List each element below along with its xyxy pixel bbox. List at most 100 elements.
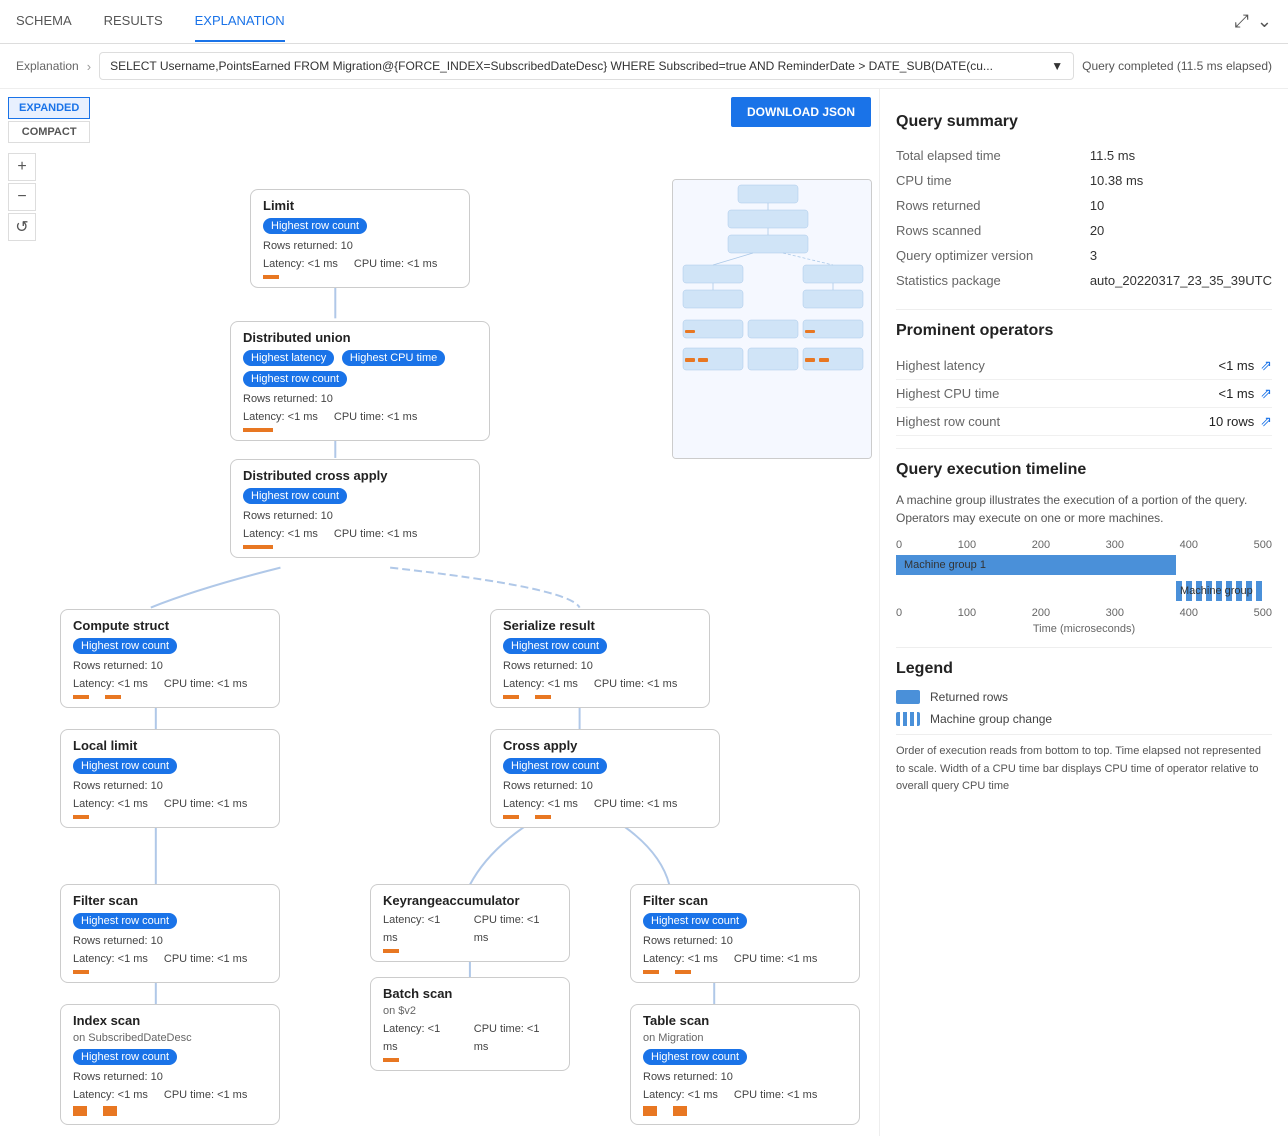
ll-title: Local limit [73, 738, 267, 753]
bs-subtitle: on $v2 [383, 1005, 557, 1017]
timeline-chart: 0 100 200 300 400 500 Machine group 1 Ma… [896, 539, 1272, 635]
legend-label-machine-group: Machine group change [930, 712, 1052, 726]
ll-bar [73, 815, 89, 819]
ts-badge: Highest row count [643, 1049, 747, 1065]
query-summary-table: Total elapsed time 11.5 ms CPU time 10.3… [896, 143, 1272, 293]
cs-stats: Rows returned: 10 Latency: <1 ms CPU tim… [73, 658, 267, 699]
dca-stats: Rows returned: 10 Latency: <1 ms CPU tim… [243, 508, 467, 549]
serialize-result-node[interactable]: Serialize result Highest row count Rows … [490, 609, 710, 708]
timeline-axis-top: 0 100 200 300 400 500 [896, 539, 1272, 551]
top-navigation: SCHEMA RESULTS EXPLANATION ⤢ ⌄ [0, 0, 1288, 44]
timeline-bar2-label: Machine group [1180, 585, 1253, 597]
keyrange-node[interactable]: Keyrangeaccumulator Latency: <1 ms CPU t… [370, 884, 570, 962]
rowcount-link-icon[interactable]: ⇗ [1260, 413, 1272, 430]
divider-1 [896, 309, 1272, 310]
dca-badge: Highest row count [243, 488, 347, 504]
fsr-title: Filter scan [643, 893, 847, 908]
query-status: Query completed (11.5 ms elapsed) [1082, 59, 1272, 73]
fsl-bar [73, 970, 89, 974]
summary-row-stats: Statistics package auto_20220317_23_35_3… [896, 268, 1272, 293]
tab-results[interactable]: RESULTS [104, 1, 163, 42]
summary-row-rows-scanned: Rows scanned 20 [896, 218, 1272, 243]
compute-struct-node[interactable]: Compute struct Highest row count Rows re… [60, 609, 280, 708]
limit-title: Limit [263, 198, 457, 213]
distributed-cross-apply-node[interactable]: Distributed cross apply Highest row coun… [230, 459, 480, 558]
local-limit-node[interactable]: Local limit Highest row count Rows retur… [60, 729, 280, 828]
latency-link-icon[interactable]: ⇗ [1260, 357, 1272, 374]
prominent-row-cpu: Highest CPU time <1 ms ⇗ [896, 380, 1272, 408]
timeline-bar2-row: Machine group [896, 581, 1272, 601]
prominent-row-latency: Highest latency <1 ms ⇗ [896, 352, 1272, 380]
right-panel: Query summary Total elapsed time 11.5 ms… [880, 89, 1288, 1136]
zoom-reset-button[interactable]: ↺ [8, 213, 36, 241]
legend-label-returned-rows: Returned rows [930, 690, 1008, 704]
du-badge-latency: Highest latency [243, 350, 334, 366]
tab-actions: ⤢ ⌄ [1235, 11, 1273, 32]
prominent-label-rowcount: Highest row count [896, 414, 1000, 429]
cross-apply-node[interactable]: Cross apply Highest row count Rows retur… [490, 729, 720, 828]
timeline-desc: A machine group illustrates the executio… [896, 491, 1272, 527]
ll-badge: Highest row count [73, 758, 177, 774]
sr-title: Serialize result [503, 618, 697, 633]
minimap[interactable] [672, 179, 872, 459]
summary-label-cpu: CPU time [896, 168, 1090, 193]
bs-stats: Latency: <1 ms CPU time: <1 ms [383, 1021, 557, 1062]
tab-schema[interactable]: SCHEMA [16, 1, 72, 42]
du-badge-cpu: Highest CPU time [342, 350, 445, 366]
ca-bar [503, 815, 519, 819]
summary-row-rows-returned: Rows returned 10 [896, 193, 1272, 218]
timeline-bar1-row: Machine group 1 [896, 555, 1272, 575]
cpu-link-icon[interactable]: ⇗ [1260, 385, 1272, 402]
zoom-in-button[interactable]: + [8, 153, 36, 181]
chevron-down-icon[interactable]: ⌄ [1257, 11, 1272, 32]
expand-icon[interactable]: ⤢ [1235, 11, 1249, 32]
index-scan-node[interactable]: Index scan on SubscribedDateDesc Highest… [60, 1004, 280, 1125]
query-dropdown-icon: ▼ [1051, 59, 1063, 73]
cs-badge: Highest row count [73, 638, 177, 654]
view-controls: EXPANDED COMPACT + − ↺ [8, 97, 90, 241]
summary-value-cpu: 10.38 ms [1090, 168, 1272, 193]
tab-explanation[interactable]: EXPLANATION [195, 1, 285, 42]
distributed-union-node[interactable]: Distributed union Highest latency Highes… [230, 321, 490, 441]
fsl-title: Filter scan [73, 893, 267, 908]
ll-stats: Rows returned: 10 Latency: <1 ms CPU tim… [73, 778, 267, 819]
compact-view-button[interactable]: COMPACT [8, 121, 90, 143]
summary-label-optimizer: Query optimizer version [896, 243, 1090, 268]
expanded-view-button[interactable]: EXPANDED [8, 97, 90, 119]
summary-value-rows-returned: 10 [1090, 193, 1272, 218]
is-subtitle: on SubscribedDateDesc [73, 1032, 267, 1044]
filter-scan-left-node[interactable]: Filter scan Highest row count Rows retur… [60, 884, 280, 983]
limit-node[interactable]: Limit Highest row count Rows returned: 1… [250, 189, 470, 288]
breadcrumb-label: Explanation [16, 59, 79, 73]
du-bar [243, 428, 273, 432]
bs-title: Batch scan [383, 986, 557, 1001]
query-text: SELECT Username,PointsEarned FROM Migrat… [110, 59, 993, 73]
query-selector[interactable]: SELECT Username,PointsEarned FROM Migrat… [99, 52, 1074, 80]
download-json-button[interactable]: DOWNLOAD JSON [731, 97, 871, 127]
dca-title: Distributed cross apply [243, 468, 467, 483]
limit-stats: Rows returned: 10 Latency: <1 ms CPU tim… [263, 238, 457, 279]
prominent-value-latency: <1 ms ⇗ [1219, 357, 1273, 374]
breadcrumb-arrow: › [87, 59, 91, 74]
summary-value-elapsed: 11.5 ms [1090, 143, 1272, 168]
legend-item-machine-group: Machine group change [896, 712, 1272, 726]
legend-box-blue [896, 690, 920, 704]
sr-stats: Rows returned: 10 Latency: <1 ms CPU tim… [503, 658, 697, 699]
zoom-out-button[interactable]: − [8, 183, 36, 211]
table-scan-node[interactable]: Table scan on Migration Highest row coun… [630, 1004, 860, 1125]
limit-badge: Highest row count [263, 218, 367, 234]
diagram-area[interactable]: Limit Highest row count Rows returned: 1… [0, 89, 880, 1136]
diagram-panel: EXPANDED COMPACT + − ↺ DOWNLOAD JSON [0, 89, 880, 1136]
timeline-bar1-label: Machine group 1 [904, 559, 986, 571]
limit-bar-left [263, 275, 279, 279]
prominent-value-rowcount: 10 rows ⇗ [1209, 413, 1272, 430]
du-badge-row: Highest row count [243, 371, 347, 387]
prominent-label-latency: Highest latency [896, 358, 985, 373]
sr-bar [503, 695, 519, 699]
prominent-value-cpu: <1 ms ⇗ [1219, 385, 1273, 402]
divider-2 [896, 448, 1272, 449]
batch-scan-node[interactable]: Batch scan on $v2 Latency: <1 ms CPU tim… [370, 977, 570, 1071]
ts-stats: Rows returned: 10 Latency: <1 ms CPU tim… [643, 1069, 847, 1116]
fsr-badge: Highest row count [643, 913, 747, 929]
filter-scan-right-node[interactable]: Filter scan Highest row count Rows retur… [630, 884, 860, 983]
